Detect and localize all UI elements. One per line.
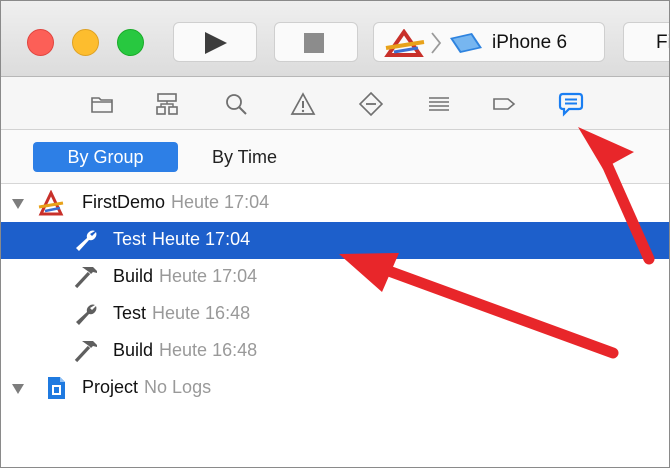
group-row-project[interactable]: Project No Logs	[1, 370, 669, 407]
disclosure-triangle-icon[interactable]	[12, 384, 24, 394]
log-time: Heute 16:48	[152, 303, 251, 323]
log-name: Test	[113, 303, 147, 323]
group-label: Project No Logs	[82, 377, 211, 398]
log-label: Build Heute 16:48	[113, 340, 257, 361]
magnifier-icon[interactable]	[223, 91, 249, 117]
xcode-window: iPhone 6 Fir By Group	[0, 0, 670, 468]
navigator-tab-bar	[1, 77, 669, 130]
zoom-window-button[interactable]	[117, 29, 144, 56]
folder-icon[interactable]	[89, 91, 115, 117]
log-name: Test	[113, 229, 147, 249]
destination-selector[interactable]: Fir	[623, 22, 669, 62]
log-time: Heute 16:48	[159, 340, 258, 360]
device-label: iPhone 6	[492, 32, 568, 53]
warning-icon[interactable]	[290, 91, 316, 117]
stop-button[interactable]	[274, 22, 358, 62]
group-row-firstdemo[interactable]: FirstDemo Heute 17:04	[1, 185, 669, 222]
destination-label: Fir	[656, 32, 669, 53]
list-icon[interactable]	[426, 91, 452, 117]
by-time-button[interactable]: By Time	[198, 142, 291, 172]
report-filter-bar: By Group By Time	[1, 130, 669, 184]
wrench-icon	[73, 301, 99, 327]
hammer-icon	[73, 338, 99, 364]
speech-bubble-icon[interactable]	[558, 91, 584, 117]
log-label: Test Heute 17:04	[113, 229, 250, 250]
play-icon	[205, 32, 227, 54]
log-label: Test Heute 16:48	[113, 303, 250, 324]
chevron-right-icon	[431, 32, 442, 54]
log-row-test-1704[interactable]: Test Heute 17:04	[1, 222, 669, 259]
by-group-button[interactable]: By Group	[33, 142, 178, 172]
close-window-button[interactable]	[27, 29, 54, 56]
hierarchy-icon[interactable]	[154, 91, 180, 117]
log-time: Heute 17:04	[152, 229, 251, 249]
stop-icon	[304, 33, 324, 53]
disclosure-triangle-icon[interactable]	[12, 199, 24, 209]
log-row-build-1704[interactable]: Build Heute 17:04	[1, 259, 669, 296]
app-icon	[384, 29, 425, 57]
iphone-icon	[450, 33, 482, 53]
breakpoint-tag-icon[interactable]	[491, 91, 517, 117]
diamond-minus-icon[interactable]	[358, 91, 384, 117]
log-name: Build	[113, 266, 154, 286]
group-name: FirstDemo	[82, 192, 166, 212]
log-time: Heute 17:04	[159, 266, 258, 286]
log-label: Build Heute 17:04	[113, 266, 257, 287]
group-name: Project	[82, 377, 139, 397]
log-name: Build	[113, 340, 154, 360]
toolbar: iPhone 6 Fir	[1, 1, 669, 77]
wrench-icon	[73, 227, 99, 253]
group-time: Heute 17:04	[171, 192, 270, 212]
app-icon	[38, 189, 64, 216]
minimize-window-button[interactable]	[72, 29, 99, 56]
group-time: No Logs	[144, 377, 212, 397]
group-label: FirstDemo Heute 17:04	[82, 192, 269, 213]
log-row-build-1648[interactable]: Build Heute 16:48	[1, 333, 669, 370]
project-doc-icon	[43, 375, 69, 401]
scheme-selector[interactable]: iPhone 6	[373, 22, 605, 62]
hammer-icon	[73, 264, 99, 290]
run-button[interactable]	[173, 22, 257, 62]
log-row-test-1648[interactable]: Test Heute 16:48	[1, 296, 669, 333]
